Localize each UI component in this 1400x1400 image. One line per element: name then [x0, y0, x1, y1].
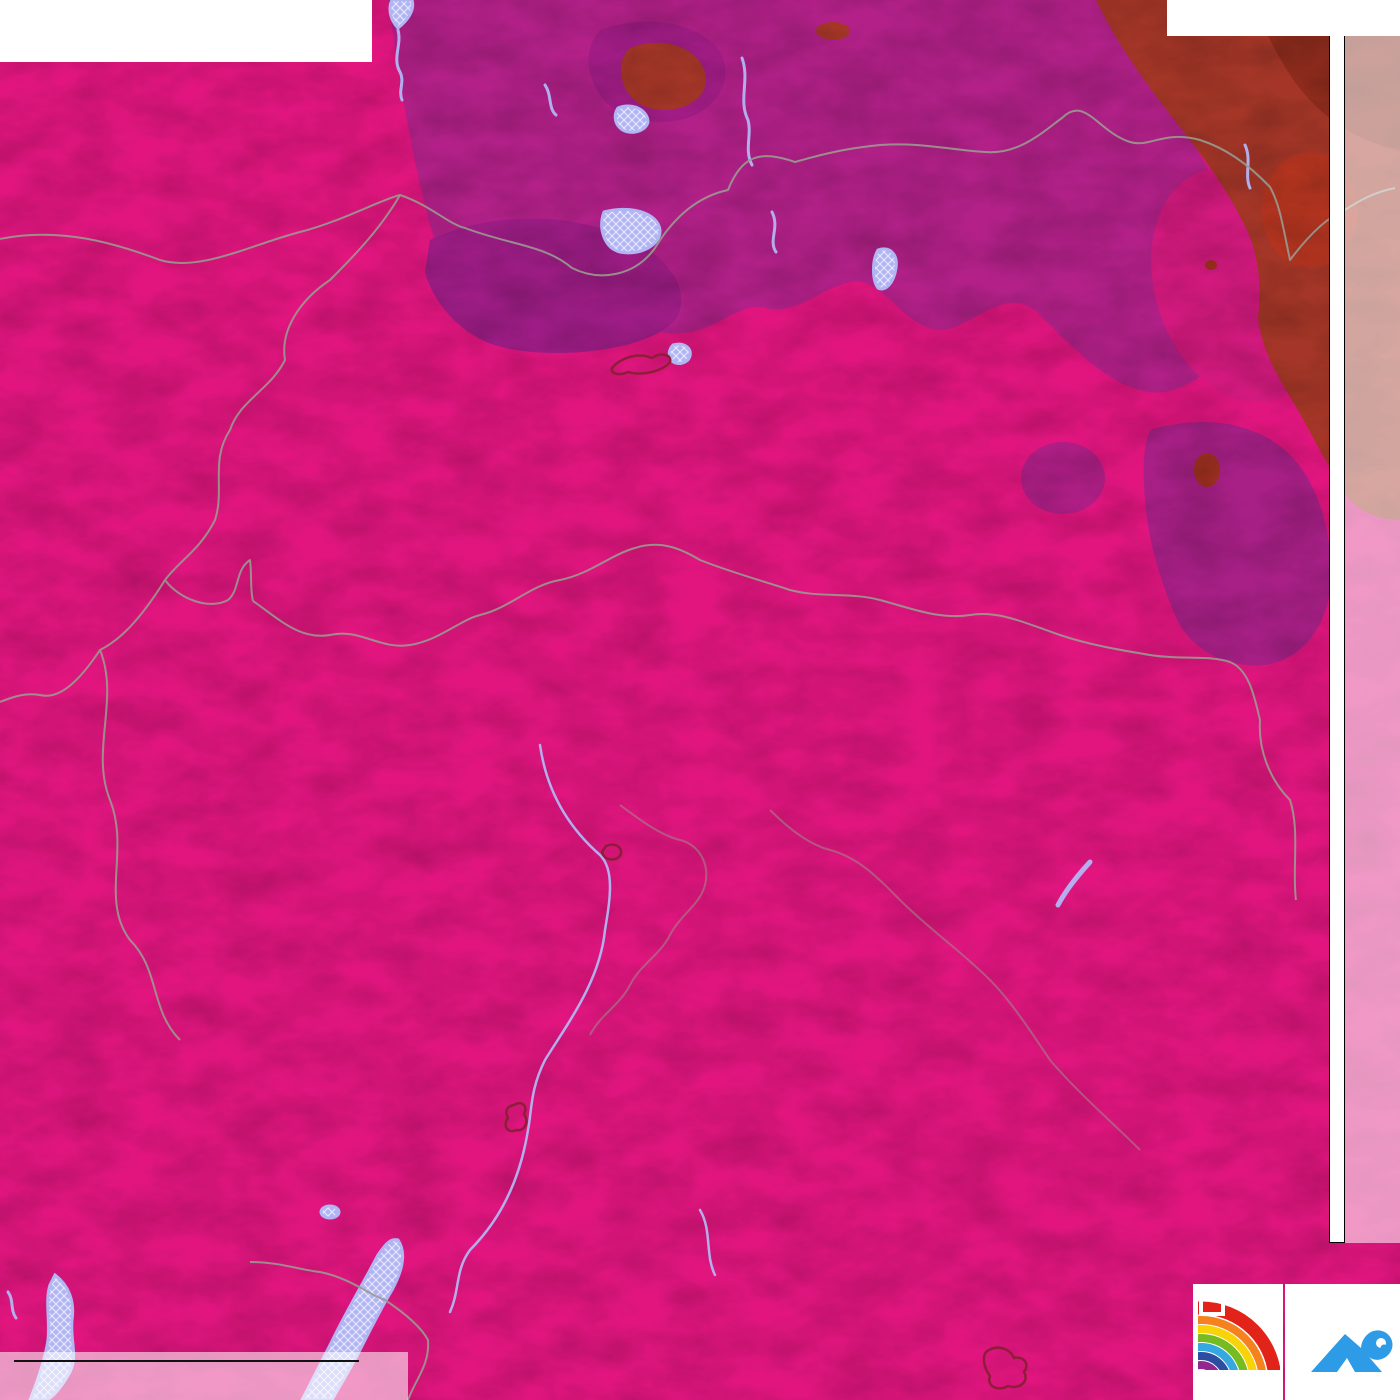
model-box [1167, 0, 1400, 36]
scalebar-line [14, 1360, 359, 1362]
weather-map-page [0, 0, 1400, 1400]
title-box [0, 0, 372, 62]
snowgrid-logo-box [1285, 1284, 1400, 1400]
city-labels-layer [0, 0, 1400, 1400]
zamg-rainbow-icon [1198, 1290, 1280, 1370]
colorbar-label-backdrop [1345, 35, 1400, 1243]
scalebar [0, 1352, 408, 1400]
snowgrid-mountain-icon [1311, 1330, 1393, 1372]
colorbar [1329, 35, 1345, 1243]
zamg-logo-box [1193, 1284, 1283, 1400]
